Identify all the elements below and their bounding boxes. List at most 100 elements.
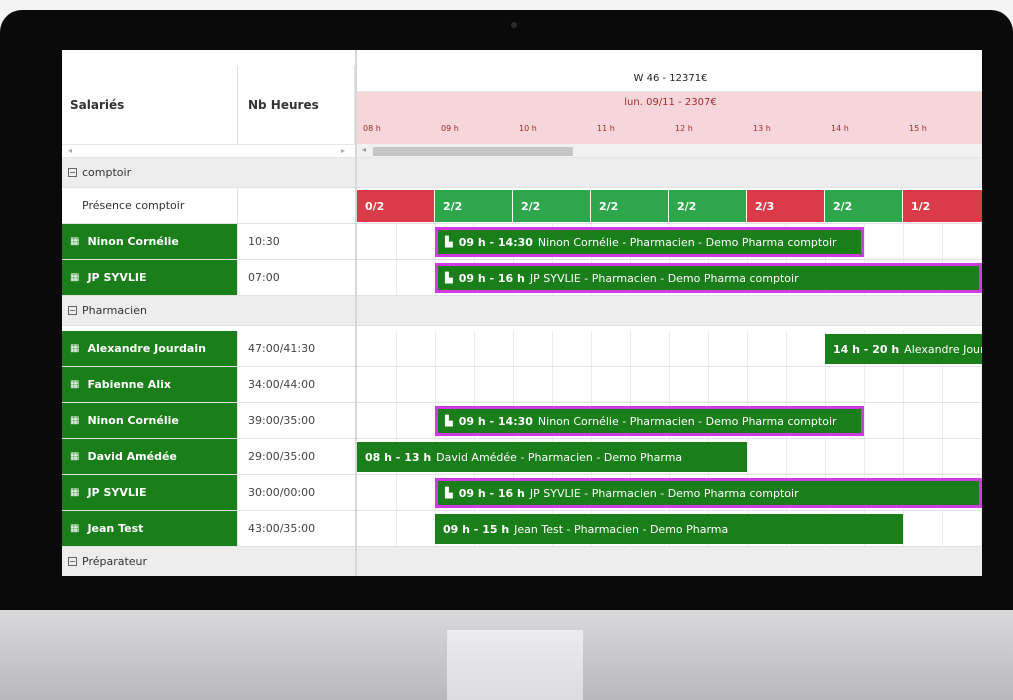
grid-line	[747, 331, 748, 366]
employee-name-cell[interactable]: ▦ Jean Test	[62, 511, 238, 546]
capacity-slot: 2/2	[435, 190, 513, 222]
employee-pane: Salariés Nb Heures ◂ ▸ − comptoir Présen…	[62, 50, 355, 576]
grid-line	[825, 367, 826, 402]
shift-desc: JP SYVLIE - Pharmacien - Demo Pharma com…	[529, 271, 799, 285]
employee-hours: 10:30	[248, 235, 280, 248]
employee-name-cell[interactable]: ▦ JP SYVLIE	[62, 475, 238, 510]
group-pharmacien[interactable]: − Pharmacien	[62, 296, 355, 326]
scroll-left-icon[interactable]: ◂	[362, 145, 366, 154]
grid-line	[864, 224, 865, 259]
employee-hours: 47:00/41:30	[248, 342, 316, 355]
employee-row[interactable]: ▦ David Amédée 29:00/35:00	[62, 439, 355, 475]
collapse-minus-icon[interactable]: −	[68, 168, 77, 177]
grid-line	[747, 439, 748, 474]
employee-hours: 29:00/35:00	[248, 450, 316, 463]
scroll-left-icon[interactable]: ◂	[68, 146, 72, 155]
grid-line	[396, 260, 397, 295]
group-band	[357, 158, 982, 188]
employee-name: JP SYVLIE	[87, 271, 147, 284]
scrollbar-thumb[interactable]	[373, 147, 573, 156]
hour-tick: 08 h	[363, 124, 381, 133]
shift-desc: Alexandre Jourd	[904, 342, 982, 356]
shift-bar[interactable]: ▙ 09 h - 16 h JP SYVLIE - Pharmacien - D…	[435, 263, 982, 293]
grid-line	[669, 367, 670, 402]
grid-line	[396, 331, 397, 366]
collapse-minus-icon[interactable]: −	[68, 306, 77, 315]
employee-row[interactable]: ▦ Ninon Cornélie 10:30	[62, 224, 355, 260]
grid-line	[630, 367, 631, 402]
shift-time: 09 h - 16 h	[458, 486, 525, 500]
grid-line	[669, 331, 670, 366]
shift-bar[interactable]: 14 h - 20 h Alexandre Jourd	[825, 334, 982, 364]
grid-line	[786, 331, 787, 366]
shift-time: 09 h - 14:30	[458, 235, 533, 249]
employee-row[interactable]: ▦ JP SYVLIE 30:00/00:00	[62, 475, 355, 511]
grid-line	[903, 439, 904, 474]
shift-time: 09 h - 16 h	[458, 271, 525, 285]
left-scrollbar[interactable]: ◂ ▸	[62, 144, 355, 158]
calendar-icon: ▦	[70, 236, 80, 247]
shift-desc: Ninon Cornélie - Pharmacien - Demo Pharm…	[537, 235, 837, 249]
hour-tick: 09 h	[441, 124, 459, 133]
grid-line	[552, 331, 553, 366]
employee-name-cell[interactable]: ▦ David Amédée	[62, 439, 238, 474]
presence-row: Présence comptoir	[62, 188, 355, 224]
grid-line	[903, 224, 904, 259]
shift-bar[interactable]: 08 h - 13 h David Amédée - Pharmacien - …	[357, 442, 747, 472]
employee-row[interactable]: ▦ Alexandre Jourdain 47:00/41:30	[62, 331, 355, 367]
timeline-scrollbar[interactable]: ◂	[357, 144, 982, 158]
group-label: comptoir	[82, 166, 132, 179]
capacity-slot: 0/2	[357, 190, 435, 222]
week-header: W 46 - 12371€	[357, 66, 982, 92]
day-label[interactable]: lun. 09/11 - 2307€	[357, 92, 982, 114]
employee-row[interactable]: ▦ Jean Test 43:00/35:00	[62, 511, 355, 547]
employee-hours: 07:00	[248, 271, 280, 284]
calendar-icon: ▦	[70, 451, 80, 462]
employee-name-cell[interactable]: ▦ Fabienne Alix	[62, 367, 238, 402]
employee-hours: 43:00/35:00	[248, 522, 316, 535]
timeline-row: ▙ 09 h - 16 h JP SYVLIE - Pharmacien - D…	[357, 260, 982, 296]
shift-bar[interactable]: ▙ 09 h - 16 h JP SYVLIE - Pharmacien - D…	[435, 478, 982, 508]
employee-row[interactable]: ▦ Ninon Cornélie 39:00/35:00	[62, 403, 355, 439]
grid-line	[396, 367, 397, 402]
grid-line	[474, 367, 475, 402]
grid-line	[396, 475, 397, 510]
timeline-pane: W 46 - 12371€ lun. 09/11 - 2307€ 08 h 09…	[355, 50, 982, 576]
employee-name: Ninon Cornélie	[87, 414, 179, 427]
shift-bar[interactable]: 09 h - 15 h Jean Test - Pharmacien - Dem…	[435, 514, 903, 544]
shift-bar[interactable]: ▙ 09 h - 14:30 Ninon Cornélie - Pharmaci…	[435, 227, 864, 257]
column-header-employees[interactable]: Salariés	[62, 66, 238, 144]
group-band	[357, 547, 982, 576]
timeline-row: 08 h - 13 h David Amédée - Pharmacien - …	[357, 439, 982, 475]
employee-row[interactable]: ▦ Fabienne Alix 34:00/44:00	[62, 367, 355, 403]
grid-line	[747, 367, 748, 402]
employee-name-cell[interactable]: ▦ Ninon Cornélie	[62, 403, 238, 438]
employee-row[interactable]: ▦ JP SYVLIE 07:00	[62, 260, 355, 296]
column-header-hours[interactable]: Nb Heures	[238, 66, 355, 144]
timeline-row: 09 h - 15 h Jean Test - Pharmacien - Dem…	[357, 511, 982, 547]
day-header: lun. 09/11 - 2307€ 08 h 09 h 10 h 11 h 1…	[357, 92, 982, 144]
employee-name-cell[interactable]: ▦ JP SYVLIE	[62, 260, 238, 295]
grid-line	[942, 403, 943, 438]
grid-line	[981, 367, 982, 402]
employee-name: David Amédée	[87, 450, 177, 463]
grid-line	[435, 331, 436, 366]
group-preparateur[interactable]: − Préparateur	[62, 547, 355, 576]
employee-name-cell[interactable]: ▦ Alexandre Jourdain	[62, 331, 238, 366]
group-band	[357, 296, 982, 326]
grid-line	[981, 403, 982, 438]
shift-time: 08 h - 13 h	[365, 450, 432, 464]
capacity-slot: 2/2	[591, 190, 669, 222]
scroll-right-icon[interactable]: ▸	[341, 146, 345, 155]
collapse-minus-icon[interactable]: −	[68, 557, 77, 566]
grid-line	[981, 511, 982, 546]
group-comptoir[interactable]: − comptoir	[62, 158, 355, 188]
employee-hours: 39:00/35:00	[248, 414, 316, 427]
grid-line	[981, 439, 982, 474]
employee-name-cell[interactable]: ▦ Ninon Cornélie	[62, 224, 238, 259]
grid-line	[396, 511, 397, 546]
grid-line	[786, 439, 787, 474]
shift-bar[interactable]: ▙ 09 h - 14:30 Ninon Cornélie - Pharmaci…	[435, 406, 864, 436]
employee-name: Alexandre Jourdain	[87, 342, 206, 355]
employee-name: Fabienne Alix	[87, 378, 171, 391]
